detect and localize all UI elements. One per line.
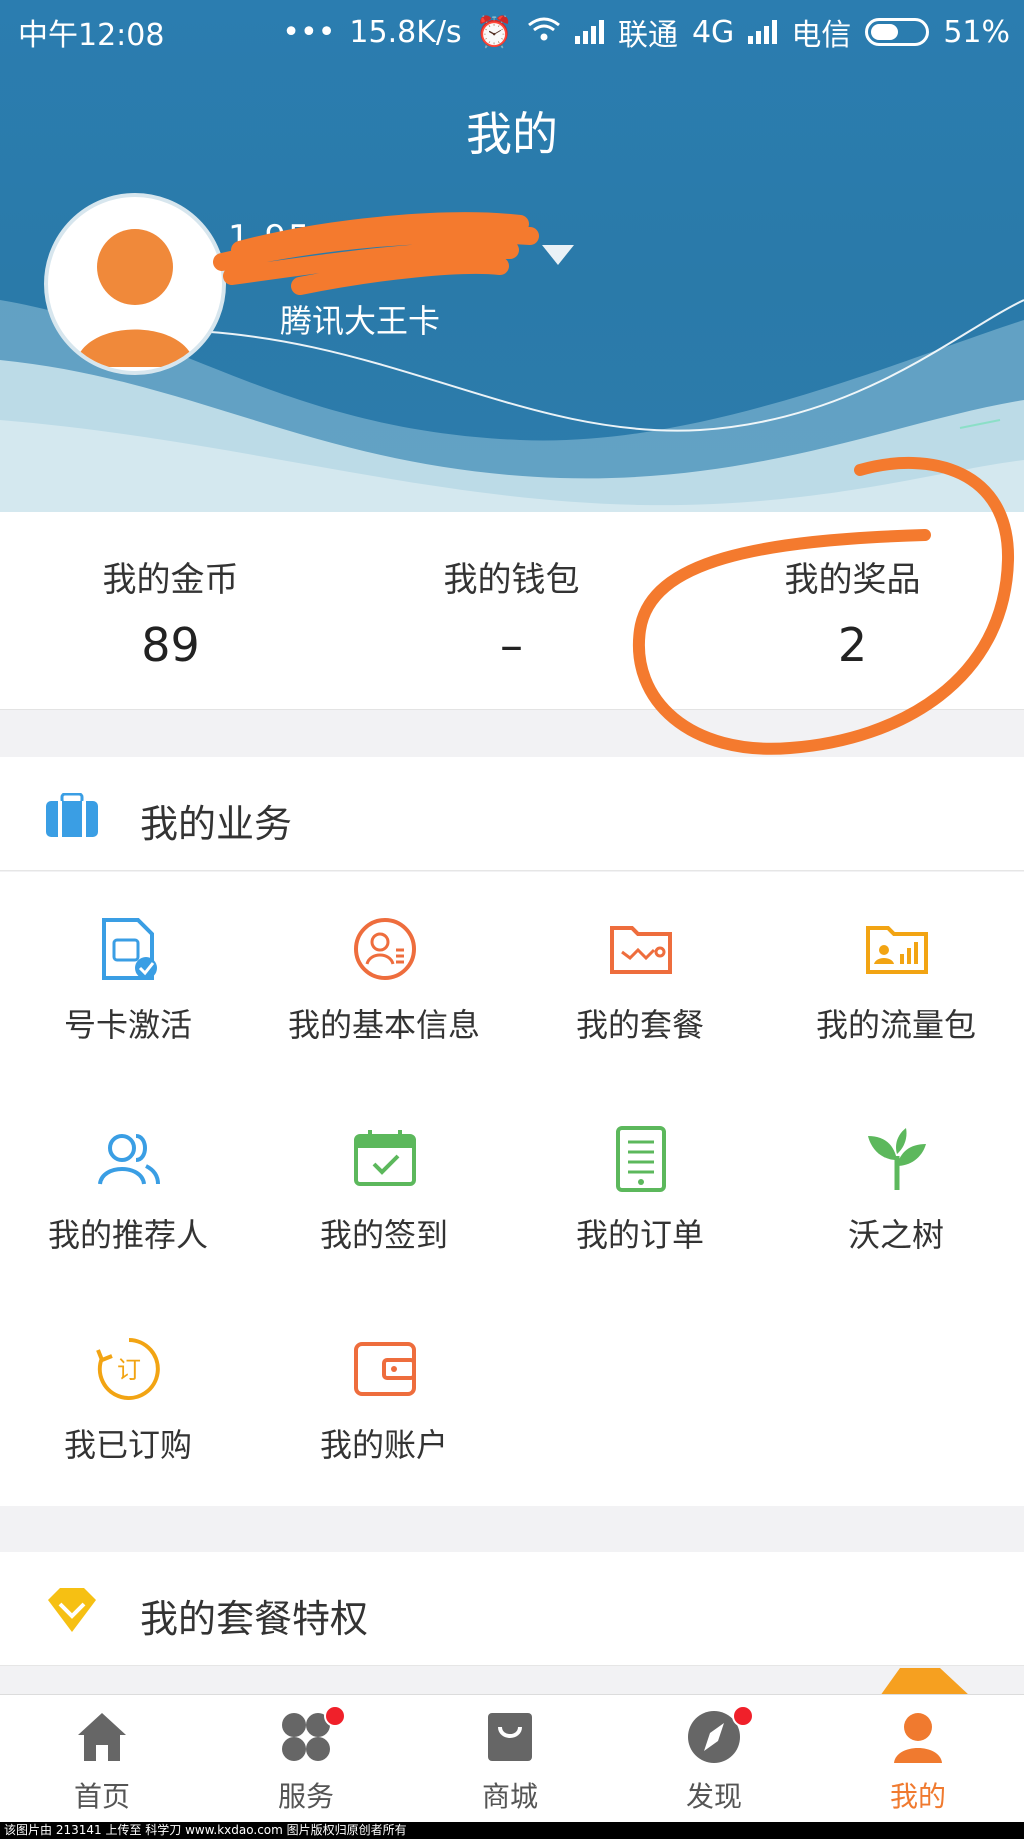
page-title: 我的 xyxy=(466,107,558,161)
card-name: 腾讯大王卡 xyxy=(280,302,441,340)
tree-icon xyxy=(868,1128,926,1190)
svg-text:订: 订 xyxy=(117,1356,141,1384)
biz-item-label: 我的签到 xyxy=(319,1216,448,1254)
biz-item-checkin[interactable]: 我的签到 xyxy=(256,1082,512,1292)
battery-percent: 51% xyxy=(943,14,1010,50)
stat-label: 我的金币 xyxy=(102,560,239,600)
stat-coins[interactable]: 我的金币 89 xyxy=(0,512,341,710)
biz-item-order[interactable]: 我的订单 xyxy=(512,1082,768,1292)
profile-info-icon xyxy=(354,918,416,980)
business-section-header: 我的业务 xyxy=(0,757,1024,871)
nav-service[interactable]: 服务 xyxy=(204,1695,408,1823)
biz-item-package[interactable]: 我的套餐 xyxy=(512,872,768,1082)
status-dots: ••• xyxy=(282,14,336,50)
diamond-icon xyxy=(44,1582,100,1642)
user-icon xyxy=(894,1713,942,1763)
avatar[interactable] xyxy=(44,193,226,375)
signal-icon-2 xyxy=(748,20,778,44)
service-badge xyxy=(324,1705,346,1727)
avatar-user-icon xyxy=(75,229,195,367)
phone-number: 1 95 xyxy=(228,218,312,258)
sim-activate-icon xyxy=(102,918,157,980)
nav-label: 首页 xyxy=(73,1780,130,1813)
biz-item-basic-info[interactable]: 我的基本信息 xyxy=(256,872,512,1082)
business-grid: 号卡激活 我的基本信息 我的套餐 我的流量包 我的推荐人 我的签到 我的订单 沃… xyxy=(0,872,1024,1506)
referrer-icon xyxy=(98,1134,160,1185)
nav-discover[interactable]: 发现 xyxy=(612,1695,816,1823)
biz-item-tree[interactable]: 沃之树 xyxy=(768,1082,1024,1292)
carrier-1: 联通 xyxy=(617,18,678,53)
nav-me[interactable]: 我的 xyxy=(816,1695,1020,1823)
stats-row: 我的金币 89 我的钱包 – 我的奖品 2 xyxy=(0,512,1024,710)
status-right-cluster: ••• 15.8K/s ⏰ 联通 4G 电信 51% xyxy=(282,10,1010,54)
bottom-nav: 首页 服务 商城 发现 我的 xyxy=(0,1694,1024,1822)
alarm-icon: ⏰ xyxy=(475,14,513,50)
privilege-section-title: 我的套餐特权 xyxy=(140,1597,369,1641)
nav-home[interactable]: 首页 xyxy=(0,1695,204,1823)
corner-ribbon xyxy=(880,1668,970,1696)
data-pack-icon xyxy=(866,926,928,974)
account-switch-dropdown-icon[interactable] xyxy=(542,245,574,265)
biz-item-label: 我的套餐 xyxy=(575,1006,704,1044)
biz-item-sim-activate[interactable]: 号卡激活 xyxy=(0,872,256,1082)
network-speed: 15.8K/s xyxy=(349,14,462,50)
biz-item-label: 我的账户 xyxy=(319,1426,448,1464)
stat-value: 89 xyxy=(141,618,200,672)
shopping-bag-icon xyxy=(488,1713,532,1761)
battery-icon xyxy=(865,18,930,46)
biz-item-data-pack[interactable]: 我的流量包 xyxy=(768,872,1024,1082)
checkin-calendar-icon xyxy=(354,1130,416,1186)
network-type: 4G xyxy=(691,14,735,50)
privilege-section-header[interactable]: 我的套餐特权 xyxy=(0,1552,1024,1666)
biz-item-label: 沃之树 xyxy=(847,1216,944,1254)
biz-item-account[interactable]: 我的账户 xyxy=(256,1292,512,1502)
nav-label: 服务 xyxy=(277,1780,334,1813)
biz-item-label: 我的流量包 xyxy=(815,1006,976,1044)
business-section-title: 我的业务 xyxy=(140,802,293,846)
stat-label: 我的奖品 xyxy=(784,560,921,600)
watermark-footer: 该图片由 213141 上传至 科学刀 www.kxdao.com 图片版权归原… xyxy=(0,1822,1024,1839)
biz-item-label: 我的推荐人 xyxy=(47,1216,208,1254)
biz-item-label: 我已订购 xyxy=(63,1426,192,1464)
discover-badge xyxy=(732,1705,754,1727)
app-page: 中午12:08 ••• 15.8K/s ⏰ 联通 4G 电信 51% 我的 1 … xyxy=(0,0,1024,1839)
package-icon xyxy=(610,926,672,974)
stat-value: – xyxy=(500,618,523,672)
signal-icon-1 xyxy=(574,20,604,44)
profile-header: 中午12:08 ••• 15.8K/s ⏰ 联通 4G 电信 51% 我的 1 … xyxy=(0,0,1024,512)
briefcase-icon xyxy=(44,792,100,843)
biz-item-label: 我的订单 xyxy=(575,1216,704,1254)
order-icon xyxy=(616,1126,666,1192)
nav-label: 我的 xyxy=(889,1780,946,1813)
nav-label: 商城 xyxy=(481,1780,538,1813)
wallet-account-icon xyxy=(354,1342,416,1396)
carrier-2: 电信 xyxy=(791,18,852,53)
status-bar: 中午12:08 ••• 15.8K/s ⏰ 联通 4G 电信 51% xyxy=(0,0,1024,58)
subscribed-icon: 订 xyxy=(96,1338,160,1400)
nav-label: 发现 xyxy=(685,1780,742,1813)
stat-value: 2 xyxy=(837,618,868,672)
nav-mall[interactable]: 商城 xyxy=(408,1695,612,1823)
stat-label: 我的钱包 xyxy=(443,560,580,600)
stat-prizes[interactable]: 我的奖品 2 xyxy=(682,512,1023,710)
wifi-icon xyxy=(527,15,561,50)
biz-item-label: 号卡激活 xyxy=(63,1006,192,1044)
biz-item-subscribed[interactable]: 订 我已订购 xyxy=(0,1292,256,1502)
status-time: 中午12:08 xyxy=(18,18,165,53)
biz-item-referrer[interactable]: 我的推荐人 xyxy=(0,1082,256,1292)
biz-item-label: 我的基本信息 xyxy=(287,1006,480,1044)
home-icon xyxy=(78,1713,126,1761)
stat-wallet[interactable]: 我的钱包 – xyxy=(341,512,682,710)
